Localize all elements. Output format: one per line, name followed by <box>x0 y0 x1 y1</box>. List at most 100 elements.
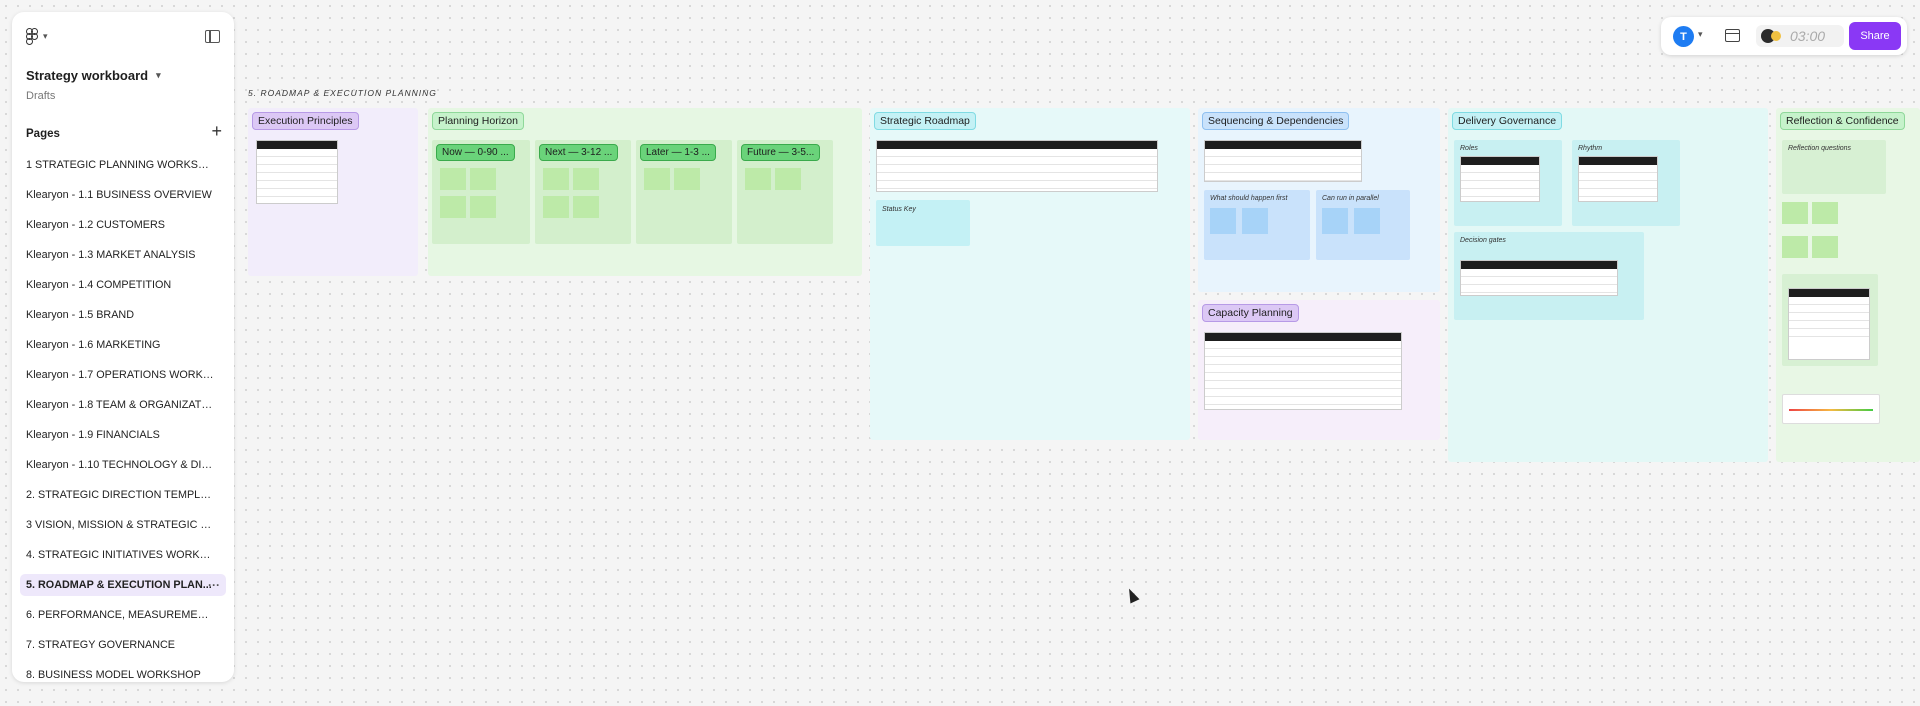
rhythm-card[interactable]: Rhythm <box>1572 140 1680 226</box>
horizon-next-label[interactable]: Next — 3-12 ... <box>539 144 619 161</box>
delivery-governance-label[interactable]: Delivery Governance <box>1452 112 1563 130</box>
horizon-later-column[interactable]: Later — 1-3 ... <box>636 140 732 244</box>
principles-table[interactable] <box>256 140 338 204</box>
page-item[interactable]: Klearyon - 1.6 MARKETING <box>20 334 226 356</box>
file-location[interactable]: Drafts <box>26 90 55 102</box>
page-item[interactable]: Klearyon - 1.3 MARKET ANALYSIS <box>20 244 226 266</box>
horizon-later-label[interactable]: Later — 1-3 ... <box>640 144 716 161</box>
page-item[interactable]: 6. PERFORMANCE, MEASUREMENT & ... <box>20 604 226 626</box>
confidence-card[interactable] <box>1782 274 1878 366</box>
page-item-label: 6. PERFORMANCE, MEASUREMENT & ... <box>26 609 214 621</box>
page-item[interactable]: Klearyon - 1.1 BUSINESS OVERVIEW <box>20 184 226 206</box>
page-item[interactable]: Klearyon - 1.8 TEAM & ORGANIZATIO... <box>20 394 226 416</box>
timer-widget[interactable]: 03:00 <box>1756 25 1844 47</box>
plus-icon[interactable]: + <box>211 122 222 140</box>
page-item[interactable]: 3 VISION, MISSION & STRATEGIC OBJ... <box>20 514 226 536</box>
horizon-now-column[interactable]: Now — 0-90 ... <box>432 140 530 244</box>
page-item[interactable]: Klearyon - 1.5 BRAND <box>20 304 226 326</box>
capacity-table[interactable] <box>1204 332 1402 410</box>
page-item-label: 2. STRATEGIC DIRECTION TEMPLATE <box>26 489 214 501</box>
page-item-label: 8. BUSINESS MODEL WORKSHOP <box>26 669 201 681</box>
top-toolbar: T ▾ 03:00 Share <box>1661 17 1907 55</box>
page-item[interactable]: 8. BUSINESS MODEL WORKSHOP <box>20 664 226 686</box>
page-item-label: Klearyon - 1.7 OPERATIONS WORKSH... <box>26 369 214 381</box>
file-title-text: Strategy workboard <box>26 68 149 83</box>
horizon-future-column[interactable]: Future — 3-5... <box>737 140 833 244</box>
page-item-label: Klearyon - 1.1 BUSINESS OVERVIEW <box>26 189 212 201</box>
more-options-icon[interactable]: ··· <box>208 578 220 592</box>
page-item-label: Klearyon - 1.3 MARKET ANALYSIS <box>26 249 196 261</box>
what-first-card[interactable]: What should happen first <box>1204 190 1310 260</box>
page-item-label: Klearyon - 1.6 MARKETING <box>26 339 161 351</box>
page-item-label: Klearyon - 1.5 BRAND <box>26 309 135 321</box>
reflection-questions-title: Reflection questions <box>1788 145 1852 152</box>
page-item-label: Klearyon - 1.4 COMPETITION <box>26 279 172 291</box>
capacity-label[interactable]: Capacity Planning <box>1202 304 1299 322</box>
page-item-label: Klearyon - 1.10 TECHNOLOGY & DIGIT... <box>26 459 214 471</box>
page-item[interactable]: Klearyon - 1.7 OPERATIONS WORKSH... <box>20 364 226 386</box>
mouse-cursor-icon <box>1124 586 1140 604</box>
page-item-label: 5. ROADMAP & EXECUTION PLAN... <box>26 579 212 591</box>
page-item-label: Klearyon - 1.2 CUSTOMERS <box>26 219 166 231</box>
dependencies-table[interactable] <box>1204 140 1362 182</box>
horizon-next-column[interactable]: Next — 3-12 ... <box>535 140 631 244</box>
horizon-now-label[interactable]: Now — 0-90 ... <box>436 144 515 161</box>
chevron-down-icon: ▾ <box>156 70 161 80</box>
figma-logo-icon <box>26 28 38 45</box>
page-item[interactable]: 2. STRATEGIC DIRECTION TEMPLATE <box>20 484 226 506</box>
page-item[interactable]: Klearyon - 1.10 TECHNOLOGY & DIGIT... <box>20 454 226 476</box>
share-button[interactable]: Share <box>1849 22 1901 50</box>
layout-icon[interactable] <box>1725 29 1740 42</box>
file-title[interactable]: Strategy workboard ▾ <box>26 68 161 83</box>
strategic-roadmap-label[interactable]: Strategic Roadmap <box>874 112 976 130</box>
decision-gates-title: Decision gates <box>1460 237 1506 244</box>
section-strategic-roadmap[interactable]: Strategic Roadmap Status Key <box>870 108 1190 440</box>
status-key-card[interactable]: Status Key <box>876 200 970 246</box>
in-parallel-title: Can run in parallel <box>1322 195 1379 202</box>
canvas-page-label: 5. ROADMAP & EXECUTION PLANNING <box>248 88 437 98</box>
roles-title: Roles <box>1460 145 1478 152</box>
page-list: 1 STRATEGIC PLANNING WORKSHOP Klearyon - … <box>20 154 226 694</box>
page-item[interactable]: Klearyon - 1.4 COMPETITION <box>20 274 226 296</box>
section-planning-horizon[interactable]: Planning Horizon Now — 0-90 ... Next — 3… <box>428 108 862 276</box>
what-first-title: What should happen first <box>1210 195 1288 202</box>
confidence-scale-card[interactable] <box>1782 394 1880 424</box>
page-item[interactable]: 5. ROADMAP & EXECUTION PLAN... ··· <box>20 574 226 596</box>
timer-text: 03:00 <box>1790 28 1826 44</box>
main-menu-button[interactable]: ▾ <box>26 28 48 45</box>
chevron-down-icon[interactable]: ▾ <box>1698 29 1703 40</box>
execution-principles-label[interactable]: Execution Principles <box>252 112 359 130</box>
sequencing-label[interactable]: Sequencing & Dependencies <box>1202 112 1350 130</box>
page-item-label: Klearyon - 1.9 FINANCIALS <box>26 429 160 441</box>
reflection-label[interactable]: Reflection & Confidence <box>1780 112 1905 130</box>
page-item-label: Klearyon - 1.8 TEAM & ORGANIZATIO... <box>26 399 214 411</box>
planning-horizon-label[interactable]: Planning Horizon <box>432 112 524 130</box>
section-sequencing-dependencies[interactable]: Sequencing & Dependencies What should ha… <box>1198 108 1440 292</box>
page-item-label: 3 VISION, MISSION & STRATEGIC OBJ... <box>26 519 214 531</box>
music-icon <box>1771 31 1781 41</box>
page-item-label: 1 STRATEGIC PLANNING WORKSHOP <box>26 159 214 171</box>
pages-sidebar: ▾ Strategy workboard ▾ Drafts Pages + 1 … <box>12 12 234 682</box>
page-item[interactable]: Klearyon - 1.2 CUSTOMERS <box>20 214 226 236</box>
status-key-title: Status Key <box>882 206 916 213</box>
page-item[interactable]: 7. STRATEGY GOVERNANCE <box>20 634 226 656</box>
section-reflection-confidence[interactable]: Reflection & Confidence Reflection quest… <box>1776 108 1920 462</box>
reflection-questions-card[interactable]: Reflection questions <box>1782 140 1886 194</box>
user-avatar[interactable]: T <box>1673 26 1694 47</box>
pages-heading: Pages <box>26 128 60 140</box>
horizon-future-label[interactable]: Future — 3-5... <box>741 144 821 161</box>
page-item[interactable]: 1 STRATEGIC PLANNING WORKSHOP <box>20 154 226 176</box>
page-item[interactable]: Klearyon - 1.9 FINANCIALS <box>20 424 226 446</box>
chevron-down-icon: ▾ <box>43 30 48 41</box>
page-item[interactable]: 4. STRATEGIC INITIATIVES WORKSHOP <box>20 544 226 566</box>
section-delivery-governance[interactable]: Delivery Governance Roles Rhythm Decisio… <box>1448 108 1768 462</box>
decision-gates-card[interactable]: Decision gates <box>1454 232 1644 320</box>
toggle-sidebar-icon[interactable] <box>205 30 220 43</box>
page-item-label: 4. STRATEGIC INITIATIVES WORKSHOP <box>26 549 214 561</box>
in-parallel-card[interactable]: Can run in parallel <box>1316 190 1410 260</box>
roadmap-table[interactable] <box>876 140 1158 192</box>
rhythm-title: Rhythm <box>1578 145 1603 152</box>
section-capacity-planning[interactable]: Capacity Planning <box>1198 300 1440 440</box>
section-execution-principles[interactable]: Execution Principles <box>248 108 418 276</box>
roles-card[interactable]: Roles <box>1454 140 1562 226</box>
